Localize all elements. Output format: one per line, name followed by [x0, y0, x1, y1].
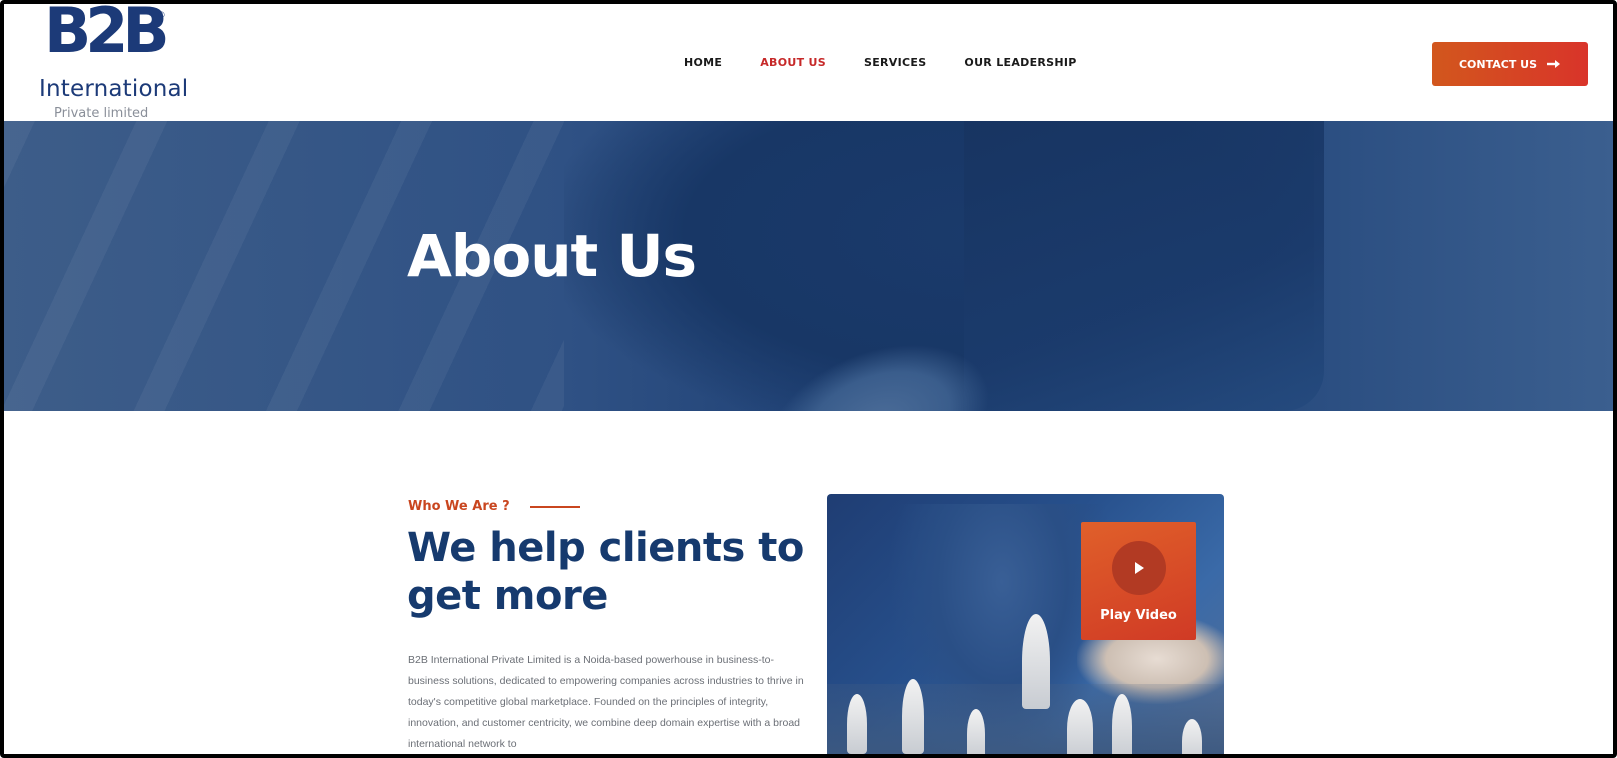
registered-mark: ®: [158, 10, 165, 20]
nav-home[interactable]: HOME: [684, 56, 722, 69]
eyebrow-divider: [529, 505, 580, 508]
chess-piece: [1182, 719, 1202, 754]
arrow-right-icon: [1547, 60, 1561, 68]
brand-logo[interactable]: B2B ® International Private limited: [36, 4, 189, 121]
play-icon: [1135, 562, 1144, 574]
section-eyebrow: Who We Are ?: [408, 499, 580, 514]
page-title: About Us: [407, 222, 697, 290]
chess-piece: [902, 679, 924, 754]
hero-banner: About Us: [4, 121, 1613, 411]
hero-background-suit: [964, 121, 1324, 411]
nav-about-us[interactable]: ABOUT US: [760, 56, 826, 69]
chess-piece: [1022, 614, 1050, 709]
logo-line2: Private limited: [54, 106, 149, 121]
chess-piece: [847, 694, 867, 754]
about-paragraph: B2B International Private Limited is a N…: [408, 654, 804, 750]
chess-piece: [1067, 699, 1093, 754]
nav-services[interactable]: SERVICES: [864, 56, 926, 69]
section-headline: We help clients to get more: [407, 525, 804, 619]
site-header: B2B ® International Private limited HOME…: [4, 4, 1613, 121]
contact-us-label: CONTACT US: [1458, 57, 1538, 71]
chess-piece: [967, 709, 985, 754]
contact-us-button[interactable]: CONTACT US: [1432, 42, 1588, 86]
chess-piece: [1112, 694, 1132, 754]
play-video-label: Play Video: [1100, 608, 1177, 623]
logo-mark: B2B: [44, 0, 170, 67]
page-frame: B2B ® International Private limited HOME…: [0, 0, 1617, 758]
play-video-button[interactable]: Play Video: [1081, 522, 1196, 640]
eyebrow-text: Who We Are ?: [408, 499, 510, 514]
logo-line1: International: [39, 76, 189, 102]
play-circle: [1112, 541, 1166, 595]
main-nav: HOME ABOUT US SERVICES OUR LEADERSHIP: [684, 56, 1077, 69]
nav-our-leadership[interactable]: OUR LEADERSHIP: [964, 56, 1076, 69]
